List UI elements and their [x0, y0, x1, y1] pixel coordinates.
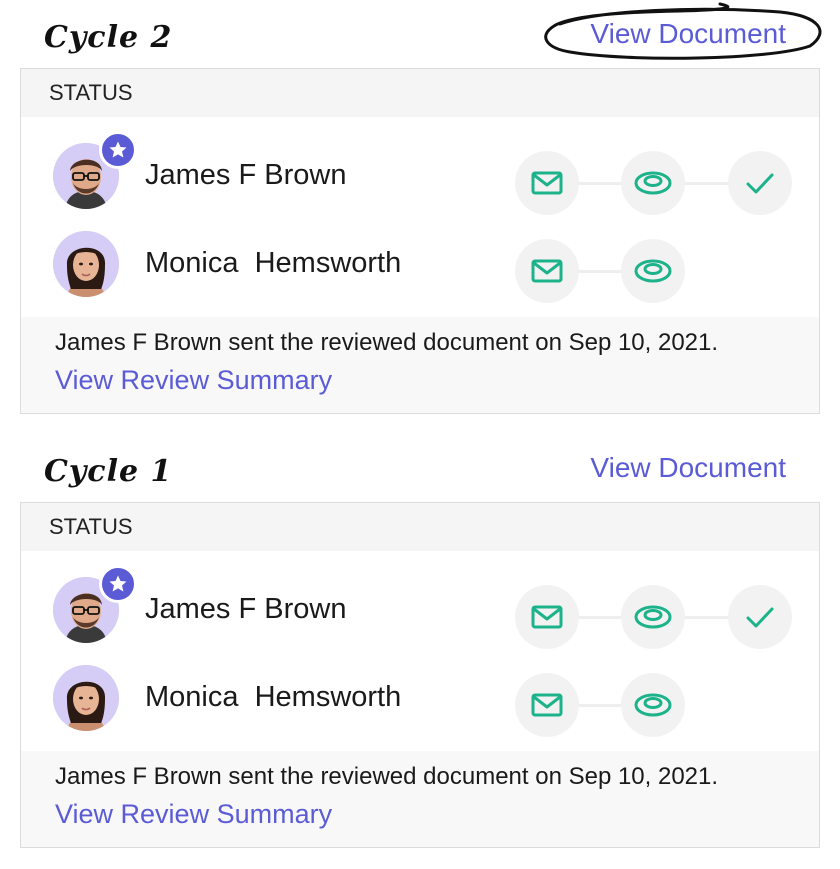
participant-row: Monica Hemsworth	[21, 215, 821, 303]
star-icon	[109, 141, 127, 158]
sent-step	[515, 673, 579, 737]
mail-icon	[531, 171, 563, 195]
review-summary-footer: James F Brown sent the reviewed document…	[21, 317, 819, 413]
check-icon	[746, 173, 774, 194]
participant-row: James F Brown	[21, 561, 821, 649]
avatar	[53, 231, 119, 297]
viewed-step	[621, 585, 685, 649]
owner-star-badge	[99, 131, 137, 169]
participant-name: Monica Hemsworth	[145, 247, 402, 279]
review-summary-footer: James F Brown sent the reviewed document…	[21, 751, 819, 847]
sent-step	[515, 585, 579, 649]
summary-text: James F Brown sent the reviewed document…	[55, 329, 719, 356]
mail-icon	[531, 259, 563, 283]
owner-star-badge	[99, 565, 137, 603]
mail-icon	[531, 693, 563, 717]
cycle-title: Cycle 1	[44, 454, 173, 489]
avatar	[53, 665, 119, 731]
cycle-2-section: Cycle 2 View Document STATUS James F Bro…	[0, 0, 840, 420]
status-header: STATUS	[21, 69, 819, 117]
cycle-1-section: Cycle 1 View Document STATUS James F Bro…	[0, 434, 840, 854]
star-icon	[109, 575, 127, 592]
participant-name: James F Brown	[145, 159, 347, 191]
cycle-title: Cycle 2	[44, 20, 173, 55]
participant-row: James F Brown	[21, 127, 821, 215]
view-document-link[interactable]: View Document	[590, 18, 786, 50]
status-card: STATUS James F Brown Monica Hemsworth Ja…	[20, 502, 820, 848]
status-header: STATUS	[21, 503, 819, 551]
eye-icon	[634, 171, 672, 195]
reviewed-step	[728, 585, 792, 649]
eye-icon	[634, 259, 672, 283]
view-review-summary-link[interactable]: View Review Summary	[55, 365, 332, 396]
woman-avatar-icon	[53, 665, 119, 731]
eye-icon	[634, 605, 672, 629]
status-card: STATUS James F Brown Monica Hemsworth Ja…	[20, 68, 820, 414]
woman-avatar-icon	[53, 231, 119, 297]
summary-text: James F Brown sent the reviewed document…	[55, 763, 719, 790]
mail-icon	[531, 605, 563, 629]
viewed-step	[621, 151, 685, 215]
sent-step	[515, 151, 579, 215]
participant-name: James F Brown	[145, 593, 347, 625]
view-review-summary-link[interactable]: View Review Summary	[55, 799, 332, 830]
eye-icon	[634, 693, 672, 717]
participant-row: Monica Hemsworth	[21, 649, 821, 737]
reviewed-step	[728, 151, 792, 215]
view-document-link[interactable]: View Document	[590, 452, 786, 484]
viewed-step	[621, 673, 685, 737]
sent-step	[515, 239, 579, 303]
check-icon	[746, 607, 774, 628]
participant-name: Monica Hemsworth	[145, 681, 402, 713]
viewed-step	[621, 239, 685, 303]
